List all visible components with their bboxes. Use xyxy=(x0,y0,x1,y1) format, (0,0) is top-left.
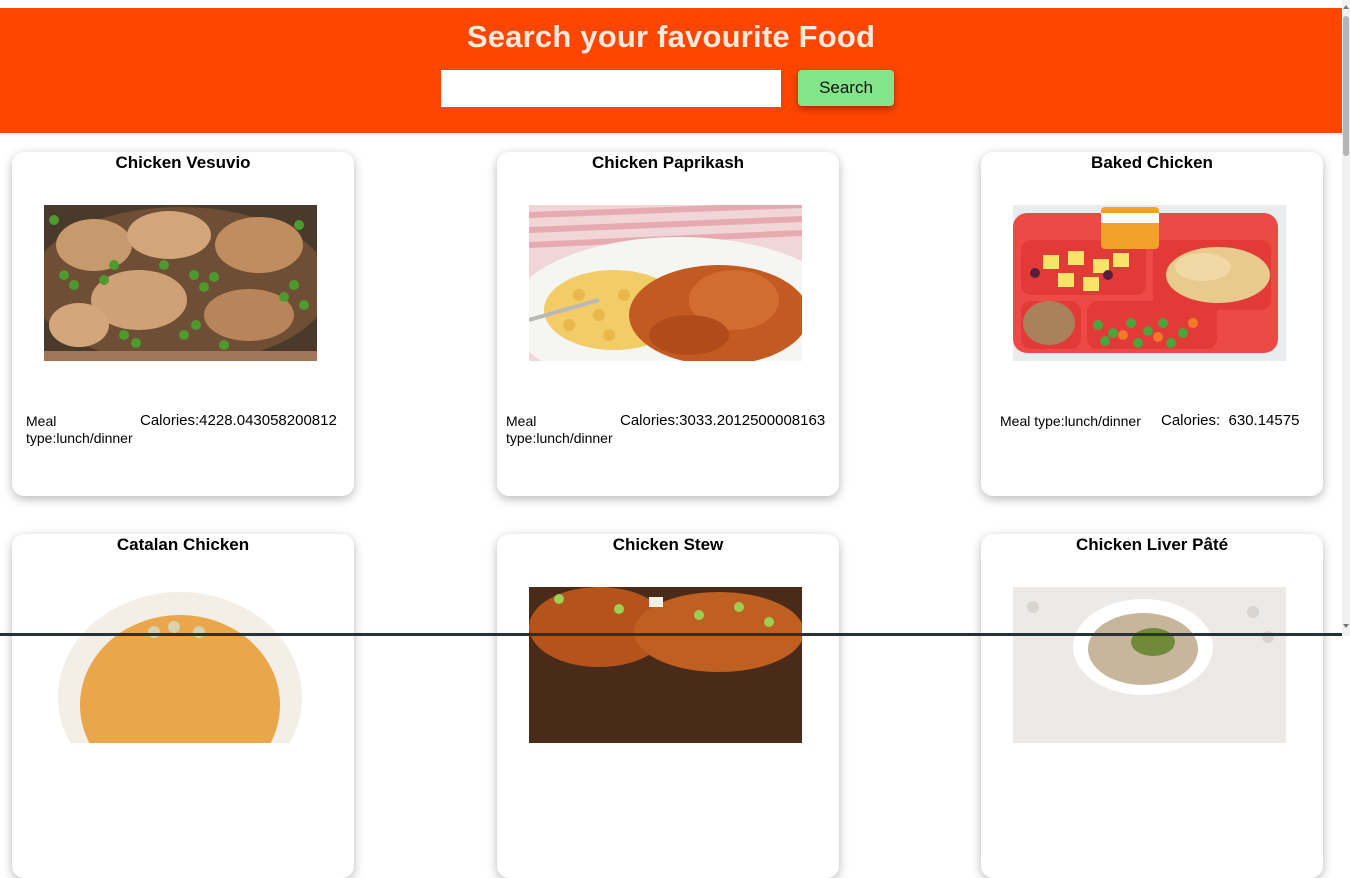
baked-chicken-photo xyxy=(1013,205,1286,361)
calories: Calories:3033.2012500008163 xyxy=(620,412,826,429)
recipe-title: Catalan Chicken xyxy=(116,535,250,554)
search-header: Search your favourite Food Search xyxy=(0,8,1342,133)
recipe-title: Chicken Liver Pâté xyxy=(1075,535,1229,554)
calories: Calories:4228.043058200812 xyxy=(140,412,337,429)
recipe-image xyxy=(529,205,802,361)
recipe-card-chicken-liver-pate[interactable]: Chicken Liver Pâté xyxy=(981,534,1323,878)
recipe-image xyxy=(1013,587,1286,743)
recipe-image xyxy=(44,205,317,361)
page-title: Search your favourite Food xyxy=(466,19,876,54)
recipe-title: Chicken Stew xyxy=(612,535,724,554)
meal-type: Meal type:lunch/dinner xyxy=(26,413,133,446)
recipe-image xyxy=(529,587,802,743)
recipe-title: Chicken Paprikash xyxy=(591,153,745,172)
recipe-card-catalan-chicken[interactable]: Catalan Chicken xyxy=(12,534,354,878)
top-strip xyxy=(0,0,1342,8)
search-button[interactable]: Search xyxy=(798,70,894,106)
recipe-card-chicken-paprikash[interactable]: Chicken Paprikash Meal type:lunch/dinner… xyxy=(497,152,839,496)
scroll-up-icon[interactable] xyxy=(1343,5,1349,9)
recipe-card-chicken-vesuvio[interactable]: Chicken Vesuvio Meal type:lunch/dinner C… xyxy=(12,152,354,496)
vertical-scrollbar[interactable] xyxy=(1342,0,1350,636)
chicken-liver-pate-photo xyxy=(1013,587,1286,743)
recipe-image xyxy=(44,587,317,743)
recipe-title: Baked Chicken xyxy=(1091,153,1213,172)
recipe-image xyxy=(1013,205,1286,361)
search-input[interactable] xyxy=(441,70,781,107)
chicken-paprikash-photo xyxy=(529,205,802,361)
recipe-card-baked-chicken[interactable]: Baked Chicken Meal type:lunch/dinner Cal… xyxy=(981,152,1323,496)
chicken-vesuvio-photo xyxy=(44,205,317,361)
scroll-down-icon[interactable] xyxy=(1343,624,1349,628)
catalan-chicken-photo xyxy=(44,587,317,743)
recipe-card-chicken-stew[interactable]: Chicken Stew xyxy=(497,534,839,878)
scrollbar-thumb[interactable] xyxy=(1343,16,1349,156)
meal-type: Meal type:lunch/dinner xyxy=(1000,413,1141,429)
recipe-title: Chicken Vesuvio xyxy=(115,153,251,172)
meal-type: Meal type:lunch/dinner xyxy=(506,413,613,446)
chicken-stew-photo xyxy=(529,587,802,743)
calories: Calories: 630.14575 xyxy=(1161,412,1300,429)
